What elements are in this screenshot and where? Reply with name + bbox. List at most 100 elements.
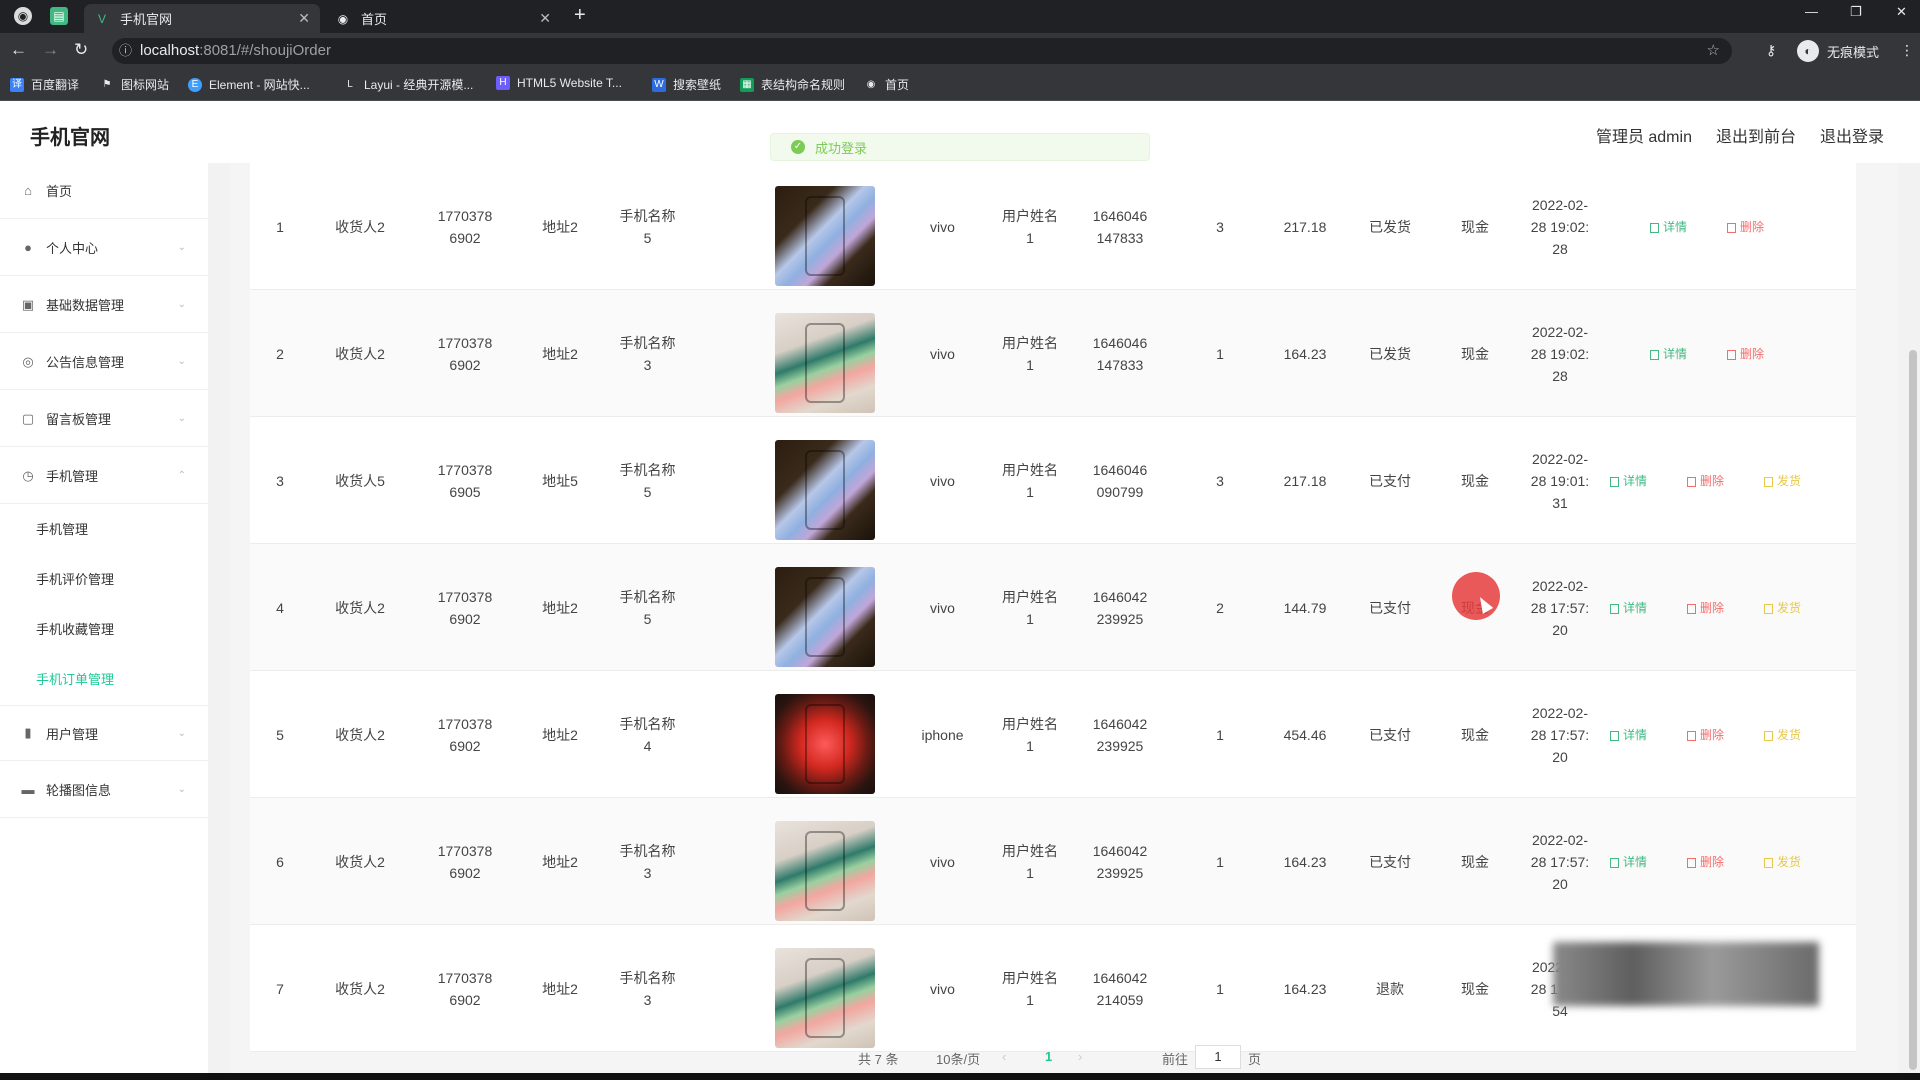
detail-button[interactable]: 详情	[1610, 599, 1647, 616]
globe-icon: ◉	[866, 78, 876, 90]
next-page-icon[interactable]: ›	[1078, 1049, 1082, 1064]
browser-more-icon[interactable]: ⋮	[1900, 42, 1914, 59]
logout-link[interactable]: 退出登录	[1820, 123, 1884, 147]
sidebar-item-profile[interactable]: ● 个人中心 ⌄	[0, 220, 208, 276]
tab-home[interactable]: ◉ 首页 ✕	[325, 4, 561, 33]
sidebar-item-notice[interactable]: ◎ 公告信息管理 ⌄	[0, 334, 208, 390]
cell-product-line: 3	[643, 864, 652, 881]
cell-address-line: 地址2	[542, 853, 578, 870]
ship-button[interactable]: 发货	[1764, 472, 1801, 489]
cell-product: 手机名称 5	[600, 163, 695, 290]
ship-button[interactable]: 发货	[1764, 726, 1801, 743]
detail-button[interactable]: 详情	[1610, 472, 1647, 489]
cell-time-line: 2022-02-	[1531, 704, 1589, 721]
incognito-profile[interactable]: ◐ 无痕模式	[1797, 40, 1879, 62]
delete-button[interactable]: 删除	[1727, 218, 1764, 235]
ship-button[interactable]: 发货	[1764, 853, 1801, 870]
site-info-icon[interactable]: ⓘ	[119, 38, 132, 64]
sidebar-sub-phone-review[interactable]: 手机评价管理	[36, 569, 114, 588]
chevron-down-icon: ⌄	[177, 727, 186, 739]
cell-address: 地址2	[520, 671, 600, 798]
cell-user-line: 1	[1026, 864, 1034, 881]
cell-status: 已支付	[1340, 671, 1440, 798]
page-scrollbar[interactable]	[1909, 350, 1917, 1070]
sidebar-sub-phone-favorite[interactable]: 手机收藏管理	[36, 619, 114, 638]
bookmark-item[interactable]: W 搜索壁纸	[652, 76, 721, 93]
bookmark-item[interactable]: ◉ 首页	[864, 76, 909, 93]
prev-page-icon[interactable]: ‹	[1002, 1049, 1006, 1064]
close-tab-icon[interactable]: ✕	[539, 10, 551, 27]
cell-phone-line: 6902	[449, 356, 481, 373]
bookmark-item[interactable]: ▦ 表结构命名规则	[740, 76, 845, 93]
phone-image	[775, 694, 875, 794]
sidebar-item-carousel[interactable]: ▬ 轮播图信息 ⌄	[0, 762, 208, 818]
action-label: 详情	[1623, 601, 1648, 615]
detail-button[interactable]: 详情	[1650, 345, 1687, 362]
cell-time-line: 28 19:02:	[1530, 218, 1590, 235]
new-tab-icon[interactable]: +	[574, 4, 586, 27]
cell-user-line: 用户姓名	[1002, 969, 1058, 986]
cell-product-line: 4	[643, 737, 652, 754]
reload-icon[interactable]: ↻	[74, 40, 88, 60]
forward-icon[interactable]: →	[42, 40, 59, 60]
sidebar-sub-phone-manage[interactable]: 手机管理	[36, 519, 88, 538]
close-tab-icon[interactable]: ✕	[298, 10, 310, 27]
cell-order-no-line: 239925	[1096, 864, 1144, 881]
bookmark-item[interactable]: ⚑ 图标网站	[100, 76, 170, 93]
bookmark-item[interactable]: H HTML5 Website T...	[496, 76, 622, 90]
detail-button[interactable]: 详情	[1650, 218, 1687, 235]
ship-button[interactable]: 发货	[1764, 599, 1801, 616]
delete-button[interactable]: 删除	[1727, 345, 1764, 362]
action-label: 发货	[1777, 601, 1802, 615]
cell-price-line: 217.18	[1283, 218, 1327, 235]
detail-button[interactable]: 详情	[1610, 726, 1647, 743]
sidebar-item-phone[interactable]: ◷ 手机管理 ⌃	[0, 448, 208, 504]
delete-button[interactable]: 删除	[1687, 853, 1724, 870]
sidebar-sub-phone-order[interactable]: 手机订单管理	[36, 669, 114, 688]
page-size-select[interactable]: 10条/页	[936, 1049, 980, 1068]
pinned-tab-icon[interactable]: ▤	[50, 7, 68, 25]
back-to-frontend-link[interactable]: 退出到前台	[1716, 123, 1796, 147]
cell-time-line: 28	[1552, 240, 1568, 257]
phone-image	[775, 440, 875, 540]
sidebar-item-message[interactable]: ▢ 留言板管理 ⌄	[0, 391, 208, 447]
bookmark-star-icon[interactable]: ☆	[1707, 38, 1720, 64]
minimize-icon[interactable]: —	[1805, 4, 1818, 19]
admin-label: 管理员 admin	[1595, 129, 1692, 146]
key-icon[interactable]: ⚷	[1766, 42, 1776, 59]
cell-price: 217.18	[1270, 163, 1340, 290]
cell-address-line: 地址5	[542, 472, 578, 489]
cell-address: 地址2	[520, 544, 600, 671]
cell-product-line: 5	[643, 610, 652, 627]
cell-payment-line: 现金	[1461, 218, 1489, 235]
cell-user: 用户姓名 1	[990, 544, 1070, 671]
back-icon[interactable]: ←	[10, 40, 27, 60]
page-number[interactable]: 1	[1045, 1049, 1052, 1064]
table-row: 3 收货人5 1770378 6905 地址5 手机名称 5 vivo 用户姓名 1 1646046…	[250, 417, 1856, 544]
delete-button[interactable]: 删除	[1687, 472, 1724, 489]
tab-phone-site[interactable]: V 手机官网 ✕	[84, 4, 320, 33]
delete-button[interactable]: 删除	[1687, 726, 1724, 743]
cell-product: 手机名称 5	[600, 544, 695, 671]
row-actions: 详情 删除 发货	[1610, 417, 1841, 544]
url-field[interactable]: ⓘ localhost:8081/#/shoujiOrder ☆	[112, 38, 1732, 64]
cell-phone-line: 6902	[449, 864, 481, 881]
restore-icon[interactable]: ❐	[1850, 4, 1862, 20]
cell-index: 3	[250, 417, 310, 544]
bottom-strip	[0, 1073, 1920, 1080]
cell-phone: 1770378 6902	[410, 798, 520, 925]
cell-status: 已支付	[1340, 798, 1440, 925]
bookmark-item[interactable]: 译百度翻译	[10, 76, 79, 93]
close-window-icon[interactable]: ✕	[1896, 4, 1907, 20]
sidebar-item-base-data[interactable]: ▣ 基础数据管理 ⌄	[0, 277, 208, 333]
sidebar-item-users[interactable]: ▮ 用户管理 ⌄	[0, 705, 208, 761]
bookmark-item[interactable]: E Element - 网站快...	[188, 76, 310, 93]
delete-button[interactable]: 删除	[1687, 599, 1724, 616]
cell-price: 454.46	[1270, 671, 1340, 798]
browser-menu-icon[interactable]: ◉	[14, 7, 32, 25]
goto-page-input[interactable]: 1	[1195, 1045, 1241, 1069]
bookmark-item[interactable]: L Layui - 经典开源模...	[343, 76, 473, 93]
sidebar-item-home[interactable]: ⌂ 首页	[0, 163, 208, 219]
cell-phone-line: 6902	[449, 229, 481, 246]
detail-button[interactable]: 详情	[1610, 853, 1647, 870]
